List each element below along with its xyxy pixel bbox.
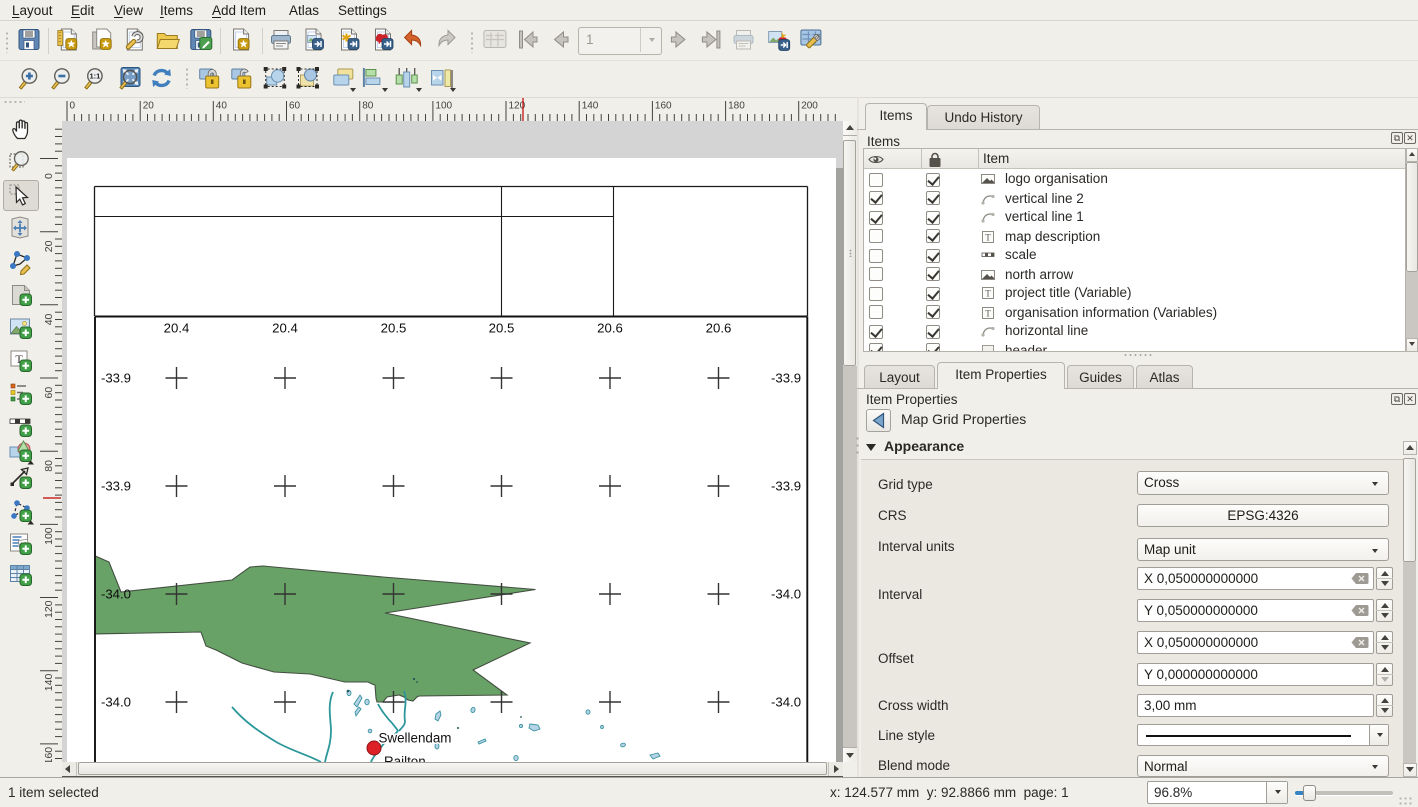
svg-text:20.6: 20.6 xyxy=(706,321,732,336)
svg-text:100: 100 xyxy=(435,101,452,112)
svg-text:-34.0: -34.0 xyxy=(101,695,131,710)
svg-text:140: 140 xyxy=(43,674,55,692)
svg-text:20.4: 20.4 xyxy=(164,321,190,336)
svg-text:80: 80 xyxy=(43,460,55,472)
svg-text:Swellendam: Swellendam xyxy=(379,731,452,746)
svg-text:0: 0 xyxy=(70,101,76,112)
svg-text:20.5: 20.5 xyxy=(381,321,407,336)
svg-text:0: 0 xyxy=(43,173,55,179)
svg-text:-33.9: -33.9 xyxy=(771,479,801,494)
svg-text:20.5: 20.5 xyxy=(489,321,515,336)
svg-text:140: 140 xyxy=(582,101,599,112)
svg-text:100: 100 xyxy=(43,527,55,545)
svg-text:T: T xyxy=(985,233,991,243)
svg-text:40: 40 xyxy=(216,101,228,112)
svg-text:60: 60 xyxy=(289,101,301,112)
svg-text:40: 40 xyxy=(43,313,55,325)
svg-text:Railton: Railton xyxy=(384,754,426,762)
svg-text:160: 160 xyxy=(655,101,672,112)
svg-text:-34.0: -34.0 xyxy=(101,587,131,602)
svg-text:T: T xyxy=(985,289,991,299)
svg-text:20.4: 20.4 xyxy=(272,321,298,336)
svg-text:T: T xyxy=(985,309,991,319)
svg-text:60: 60 xyxy=(43,387,55,399)
svg-text:200: 200 xyxy=(801,101,818,112)
svg-text:180: 180 xyxy=(728,101,745,112)
svg-text:-33.9: -33.9 xyxy=(101,479,131,494)
svg-text:1:1: 1:1 xyxy=(89,72,100,81)
svg-text:120: 120 xyxy=(43,600,55,618)
svg-text:20: 20 xyxy=(143,101,155,112)
svg-text:80: 80 xyxy=(362,101,374,112)
svg-text:20.6: 20.6 xyxy=(597,321,623,336)
svg-text:20: 20 xyxy=(43,240,55,252)
svg-text:-34.0: -34.0 xyxy=(771,695,801,710)
svg-text:-34.0: -34.0 xyxy=(771,587,801,602)
svg-text:-33.9: -33.9 xyxy=(101,371,131,386)
svg-text:-33.9: -33.9 xyxy=(771,371,801,386)
svg-text:160: 160 xyxy=(43,747,55,762)
